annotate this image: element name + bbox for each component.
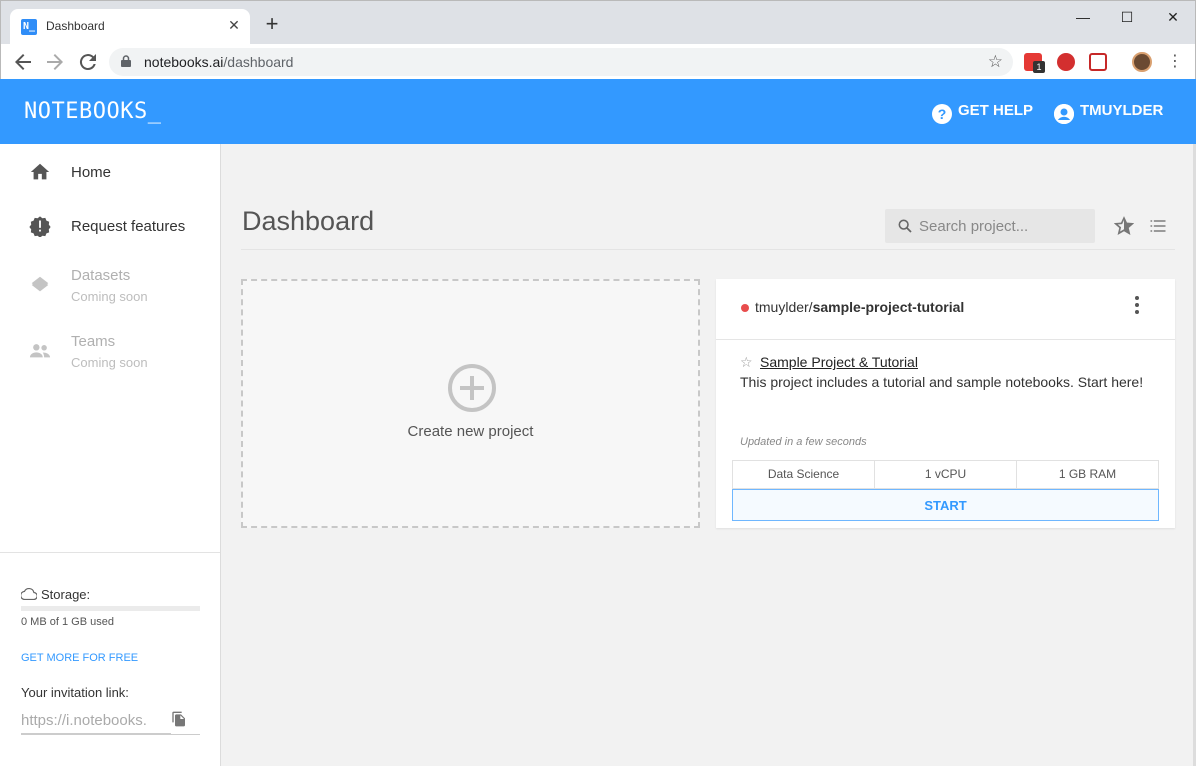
browser-chrome: N_ Dashboard ✕ + — ☐ ✕ notebooks.ai/dash… [0,0,1196,80]
project-specs: Data Science 1 vCPU 1 GB RAM [732,460,1159,489]
spec-environment: Data Science [733,461,875,488]
invitation-link-field[interactable] [21,708,171,734]
project-title-link[interactable]: Sample Project & Tutorial [760,354,918,370]
invitation-underline [21,734,200,735]
search-icon [898,219,912,233]
home-icon [30,163,50,180]
url-text: notebooks.ai/dashboard [144,54,294,70]
extension-badge: 1 [1033,61,1045,73]
get-help-label: GET HELP [958,102,1034,119]
storage-label: Storage: [20,587,90,602]
help-icon: ? [932,104,952,124]
start-button[interactable]: START [732,489,1159,521]
user-label: TMUYLDER [1080,102,1164,119]
page-title: Dashboard [242,206,375,236]
sidebar-item-datasets: Datasets Coming soon [0,266,220,310]
sidebar-item-teams: Teams Coming soon [0,332,220,376]
storage-progress-bar [21,606,200,611]
browser-tab[interactable]: N_ Dashboard ✕ [10,9,250,44]
star-filter-icon[interactable] [1114,216,1134,236]
user-menu[interactable]: TMUYLDER [1054,99,1164,124]
back-icon[interactable] [11,50,35,74]
search-input[interactable] [919,209,1089,243]
project-card-header: tmuylder/sample-project-tutorial [716,279,1175,340]
create-project-label: Create new project [407,423,534,440]
copy-icon[interactable] [171,711,187,727]
spec-cpu: 1 vCPU [875,461,1017,488]
extension-ublock-icon[interactable] [1057,53,1075,71]
alert-badge-icon [29,216,51,237]
list-view-icon[interactable] [1148,216,1168,236]
project-path[interactable]: tmuylder/sample-project-tutorial [755,299,964,315]
tab-close-icon[interactable]: ✕ [226,17,242,33]
profile-avatar[interactable] [1132,52,1152,72]
get-help-link[interactable]: ? GET HELP [932,99,1034,124]
get-more-link[interactable]: GET MORE FOR FREE [21,652,138,664]
sidebar: Home Request features Datasets Coming so… [0,144,221,766]
sidebar-item-label: Datasets [71,267,131,284]
people-icon [29,344,51,358]
app-header: NOTEBOOKS_ ? GET HELP TMUYLDER [0,79,1196,144]
coming-soon-label: Coming soon [71,289,148,304]
spec-ram: 1 GB RAM [1058,467,1117,481]
sidebar-item-label: Request features [71,218,186,235]
browser-toolbar: notebooks.ai/dashboard ☆ 1 ⋮ [1,44,1195,80]
bookmark-star-icon[interactable]: ☆ [988,52,1003,72]
forward-icon[interactable] [43,50,67,74]
tab-strip: N_ Dashboard ✕ + — ☐ ✕ [1,1,1195,44]
reload-icon[interactable] [76,50,100,74]
project-search[interactable] [885,209,1095,243]
status-dot [741,304,749,312]
title-divider [241,249,1175,250]
sidebar-item-label: Home [71,164,112,181]
tab-title: Dashboard [46,19,105,33]
minimize-button[interactable]: — [1071,7,1095,27]
notebooks-favicon-icon: N_ [21,19,37,35]
sidebar-item-home[interactable]: Home [0,158,220,198]
cloud-icon [20,587,38,601]
more-vert-icon[interactable] [1133,295,1141,315]
layers-icon [31,276,49,292]
address-bar[interactable]: notebooks.ai/dashboard ☆ [109,48,1013,76]
extension-todoist-icon[interactable]: 1 [1024,53,1045,73]
add-circle-icon [448,364,496,412]
storage-used-text: 0 MB of 1 GB used [21,616,114,628]
close-window-button[interactable]: ✕ [1161,7,1185,27]
maximize-button[interactable]: ☐ [1115,7,1139,27]
sidebar-item-label: Teams [71,333,116,350]
brand-logo[interactable]: NOTEBOOKS_ [24,99,161,124]
account-circle-icon [1054,104,1074,124]
new-tab-button[interactable]: + [262,13,282,35]
project-description: This project includes a tutorial and sam… [740,374,1144,390]
invitation-label: Your invitation link: [21,685,129,700]
browser-menu-icon[interactable]: ⋮ [1167,51,1183,71]
lock-icon [121,55,131,67]
coming-soon-label: Coming soon [71,355,148,370]
project-updated: Updated in a few seconds [740,436,867,448]
project-card: tmuylder/sample-project-tutorial ☆ Sampl… [716,279,1175,528]
sidebar-divider [0,552,220,553]
extension-pocket-icon[interactable] [1089,53,1107,71]
create-project-card[interactable]: Create new project [241,279,700,528]
favorite-star-icon[interactable]: ☆ [740,354,753,371]
sidebar-item-request-features[interactable]: Request features [0,212,220,252]
